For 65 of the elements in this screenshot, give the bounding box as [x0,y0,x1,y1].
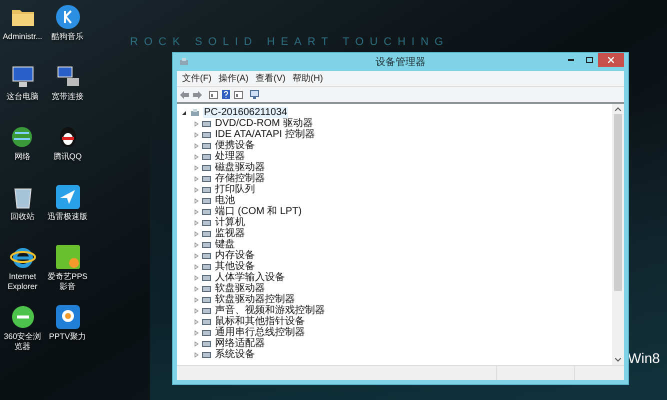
round-browser-icon[interactable] [10,304,36,330]
tree-item[interactable]: 声音、视频和游戏控制器 [214,305,326,316]
device-manager-icon [179,57,189,67]
tree-item[interactable]: 监视器 [214,228,246,239]
desktop-icon-label[interactable]: 这台电脑 [0,92,45,102]
tree-item[interactable]: 端口 (COM 和 LPT) [214,206,303,217]
tree-item[interactable]: 处理器 [214,151,246,162]
desktop-icon-label[interactable]: 回收站 [0,212,45,222]
bird-tile-icon[interactable] [54,184,80,210]
scroll-thumb[interactable] [614,114,622,291]
panel-icon[interactable] [234,90,243,98]
desktop-icon-label[interactable]: 爱奇艺PPS 影音 [45,272,90,292]
minimize-icon [568,59,574,61]
desktop-icon-label[interactable]: 酷狗音乐 [45,32,90,42]
close-button[interactable] [598,53,624,67]
tree-item[interactable]: PC-201606211034 [203,107,288,118]
menu-item[interactable]: 查看(V) [252,72,288,86]
round-app-icon[interactable] [54,4,80,30]
desktop-icon-label[interactable]: Internet Explorer [0,272,45,292]
tree-item[interactable]: IDE ATA/ATAPI 控制器 [214,129,316,140]
tile-app-icon[interactable] [54,244,80,270]
desktop-icon-label[interactable]: PPTV聚力 [45,332,90,342]
wallpaper-text: Win8 [628,349,660,368]
desktop-icon-label[interactable]: 迅雷极速版 [45,212,90,222]
tree-item[interactable]: 鼠标和其他指针设备 [214,316,306,327]
computer-icon[interactable] [10,64,36,90]
help-icon[interactable] [222,90,230,99]
scroll-down-icon[interactable] [615,358,621,362]
tree-item[interactable]: 内存设备 [214,250,256,261]
window-title: 设备管理器 [374,56,426,70]
back-arrow-icon[interactable] [180,90,189,98]
tree-item[interactable]: 键盘 [214,239,236,250]
desktop-icon-label[interactable]: 360安全浏览器 [0,332,45,352]
menu-item[interactable]: 文件(F) [179,72,214,86]
tree-item[interactable]: DVD/CD-ROM 驱动器 [214,118,314,129]
scroll-up-icon[interactable] [615,107,621,111]
tree-item[interactable]: 网络适配器 [214,338,266,349]
menu-item[interactable]: 帮助(H) [290,72,326,86]
desktop-icon-label[interactable]: 腾讯QQ [45,152,90,162]
monitor-icon[interactable] [250,90,259,99]
desktop-icon-label[interactable]: Administr... [0,32,45,42]
desktop-icon-label[interactable]: 宽带连接 [45,92,90,102]
collapse-triangle-icon[interactable] [181,110,187,116]
tree-item[interactable]: 软盘驱动器 [214,283,266,294]
tree-item[interactable]: 磁盘驱动器 [214,162,266,173]
tree-item[interactable]: 软盘驱动器控制器 [214,294,296,305]
computer-icon [190,108,200,117]
tree-item[interactable]: 存储控制器 [214,173,266,184]
tree-item[interactable]: 通用串行总线控制器 [214,327,306,338]
player-app-icon[interactable] [54,304,80,330]
tree-item[interactable]: 人体学输入设备 [214,272,286,283]
tree-item[interactable]: 其他设备 [214,261,256,272]
scrollbar[interactable] [612,104,624,365]
desktop-icon-label[interactable]: 网络 [0,152,45,162]
tree-item[interactable]: 打印队列 [214,184,256,195]
wallpaper-text: ROCK SOLID HEART TOUCHING [130,36,450,49]
tree-item[interactable]: 便携设备 [214,140,256,151]
tree-item[interactable]: 计算机 [214,217,246,228]
maximize-icon [586,57,592,63]
panel-icon[interactable] [209,90,218,98]
close-icon [608,57,614,63]
menu-item[interactable]: 操作(A) [216,72,252,86]
forward-arrow-icon[interactable] [193,90,202,98]
tree-item[interactable]: 系统设备 [214,349,256,360]
tree-item[interactable]: 电池 [214,195,236,206]
